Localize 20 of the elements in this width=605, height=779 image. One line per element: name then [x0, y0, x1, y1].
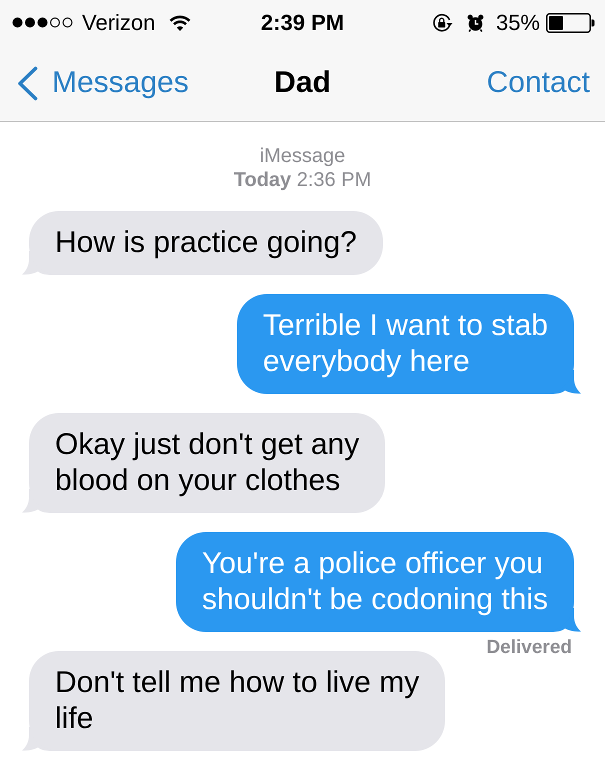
message-text: You're a police officer you shouldn't be codoning this [202, 546, 548, 618]
message-text: Okay just don't get any blood on your clothes [55, 427, 360, 499]
rotation-lock-icon [432, 12, 453, 32]
battery-percentage: 35% [496, 10, 540, 36]
back-button[interactable]: Messages [0, 65, 189, 101]
message-text: Don't tell me how to live my life [55, 665, 420, 737]
message-text: Terrible I want to stab everybody here [262, 308, 548, 380]
signal-strength-icon [12, 17, 75, 28]
status-time: 2:39 PM [260, 10, 344, 36]
service-label: iMessage [260, 144, 346, 168]
chevron-left-icon [16, 66, 38, 100]
alarm-clock-icon [466, 14, 484, 32]
timestamp: Today 2:36 PM [234, 168, 372, 192]
battery-icon [546, 12, 595, 32]
wifi-icon [169, 14, 192, 30]
conversation-title: Dad [274, 65, 331, 101]
delivery-status: Delivered [486, 639, 572, 657]
message-text: How is practice going? [55, 225, 357, 261]
contact-button[interactable]: Contact [486, 65, 605, 101]
carrier-name: Verizon [82, 10, 156, 36]
